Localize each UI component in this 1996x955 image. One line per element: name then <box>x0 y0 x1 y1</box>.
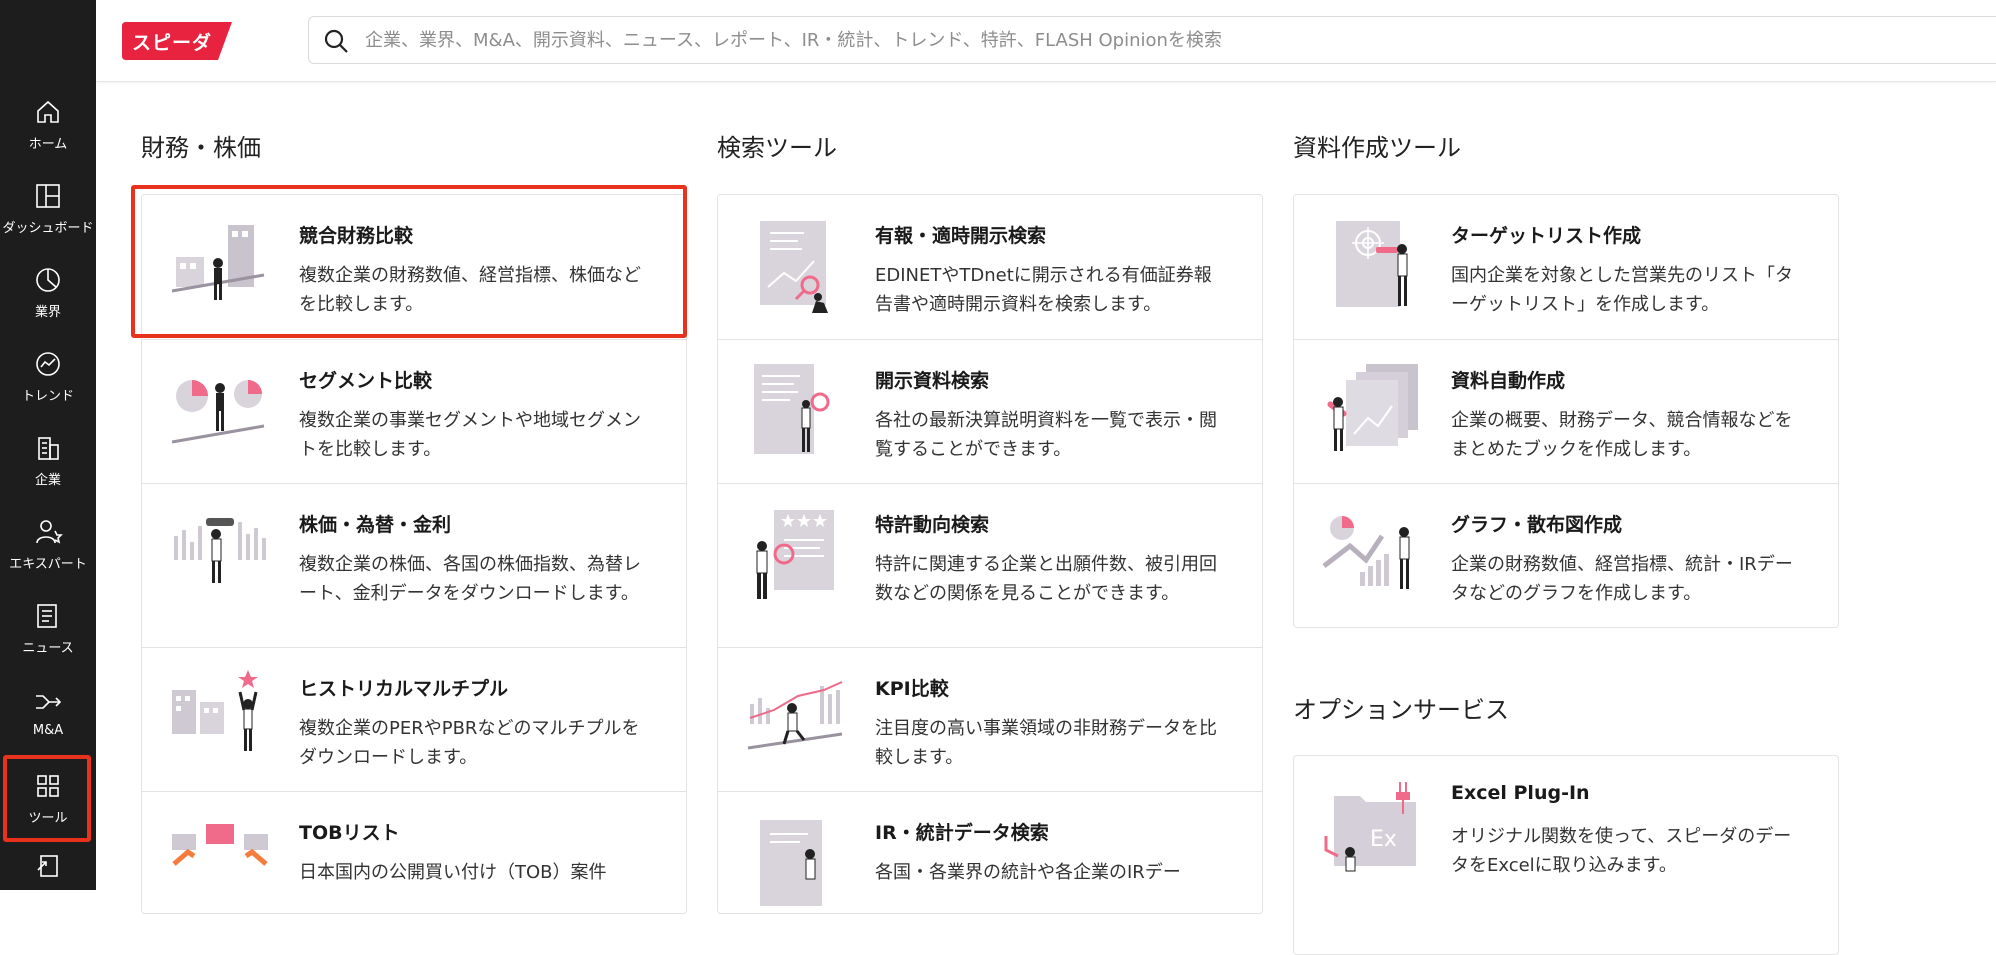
stock-fx-illustration <box>174 518 266 583</box>
section-title-finance: 財務・株価 <box>141 134 261 162</box>
card-title: Excel Plug-In <box>1451 782 1590 804</box>
card-title: IR・統計データ検索 <box>875 822 1049 844</box>
card-title: 株価・為替・金利 <box>299 514 452 536</box>
sidebar-item-label: ホーム <box>28 136 68 152</box>
building-icon <box>38 436 59 460</box>
card-stock-fx-rate[interactable]: 株価・為替・金利 複数企業の株価、各国の株価指数、為替レート、金利データをダウン… <box>142 483 686 647</box>
card-title: 資料自動作成 <box>1451 370 1566 392</box>
sidebar-item-dashboard[interactable]: ダッシュボード <box>0 166 96 250</box>
card-kpi-compare[interactable]: KPI比較 注目度の高い事業領域の非財務データを比較します。 <box>718 647 1262 791</box>
disclosure-search-illustration <box>754 364 830 454</box>
historical-multiple-illustration <box>172 670 258 751</box>
card-title: ヒストリカルマルチプル <box>299 678 509 700</box>
filing-search-illustration <box>760 221 828 313</box>
ir-stats-illustration <box>760 820 822 906</box>
sidebar-item-home[interactable]: ホーム <box>0 82 96 166</box>
card-description: 複数企業の事業セグメントや地域セグメントを比較します。 <box>299 410 641 460</box>
card-graph-scatter[interactable]: グラフ・散布図作成 企業の財務数値、経営指標、統計・IRデータなどのグラフを作成… <box>1294 483 1838 627</box>
card-title: グラフ・散布図作成 <box>1451 514 1623 536</box>
sidebar: ホーム ダッシュボード 業界 トレンド 企業 エキスパート ニュース M&A ツ… <box>0 0 96 890</box>
sidebar-item-label: ニュース <box>22 640 74 656</box>
search-icon <box>324 29 348 53</box>
card-auto-document[interactable]: 資料自動作成 企業の概要、財務データ、競合情報などをまとめたブックを作成します。 <box>1294 339 1838 483</box>
sidebar-item-label: トレンド <box>21 388 74 404</box>
finance-compare-illustration <box>171 225 265 300</box>
excel-badge-text: Ex <box>1370 827 1397 852</box>
industry-pie-icon <box>36 267 60 292</box>
card-patent-search[interactable]: 特許動向検索 特許に関連する企業と出願件数、被引用回数などの関係を見ることができ… <box>718 483 1262 647</box>
sidebar-item-label: M&A <box>32 722 64 738</box>
card-description: オリジナル関数を使って、スピーダのデータをExcelに取り込みます。 <box>1451 826 1792 876</box>
card-description: 複数企業の株価、各国の株価指数、為替レート、金利データをダウンロードします。 <box>299 554 641 604</box>
sidebar-item-label: 企業 <box>34 472 61 488</box>
patent-search-illustration <box>756 510 834 599</box>
card-description: 複数企業の財務数値、経営指標、株価などを比較します。 <box>299 265 641 315</box>
card-excel-plugin[interactable]: Ex Excel Plug-In オリジナル関数を使って、スピーダのデータをEx… <box>1294 756 1838 900</box>
card-title: 特許動向検索 <box>875 514 990 536</box>
card-description: 複数企業のPERやPBRなどのマルチプルをダウンロードします。 <box>299 718 640 768</box>
trend-icon <box>36 351 60 376</box>
expert-icon <box>36 519 63 543</box>
search-box[interactable] <box>308 16 1996 64</box>
kpi-compare-illustration <box>747 681 843 750</box>
card-tob-list[interactable]: TOBリスト 日本国内の公開買い付け（TOB）案件 <box>142 791 686 935</box>
card-description: 特許に関連する企業と出願件数、被引用回数などの関係を見ることができます。 <box>875 554 1217 604</box>
sidebar-item-label: 業界 <box>34 304 61 320</box>
card-description: 日本国内の公開買い付け（TOB）案件 <box>299 862 607 883</box>
card-title: TOBリスト <box>299 822 400 844</box>
news-icon <box>37 603 57 628</box>
card-description: 企業の財務数値、経営指標、統計・IRデータなどのグラフを作成します。 <box>1451 554 1793 604</box>
sidebar-item-news[interactable]: ニュース <box>0 586 96 670</box>
card-ir-stats-search[interactable]: IR・統計データ検索 各国・各業界の統計や各企業のIRデー <box>718 791 1262 935</box>
target-list-illustration <box>1336 221 1408 307</box>
card-description: 注目度の高い事業領域の非財務データを比較します。 <box>875 718 1217 768</box>
card-description: 各国・各業界の統計や各企業のIRデー <box>875 862 1181 883</box>
card-description: 国内企業を対象とした営業先のリスト「ターゲットリスト」を作成します。 <box>1451 265 1793 315</box>
sidebar-item-label: ダッシュボード <box>2 220 94 236</box>
active-nav-highlight <box>3 755 91 842</box>
card-description: EDINETやTDnetに開示される有価証券報告書や適時開示資料を検索します。 <box>875 265 1212 315</box>
card-description: 各社の最新決算説明資料を一覧で表示・閲覧することができます。 <box>875 410 1217 460</box>
card-segment-compare[interactable]: セグメント比較 複数企業の事業セグメントや地域セグメントを比較します。 <box>142 339 686 483</box>
section-title-document-tools: 資料作成ツール <box>1293 134 1461 162</box>
card-title: KPI比較 <box>875 678 949 700</box>
tob-list-illustration <box>172 824 268 866</box>
sidebar-item-ma[interactable]: M&A <box>0 670 96 754</box>
sidebar-item-label: エキスパート <box>9 556 87 572</box>
card-description: 企業の概要、財務データ、競合情報などをまとめたブックを作成します。 <box>1451 410 1793 460</box>
section-title-option-services: オプションサービス <box>1293 696 1509 724</box>
document-tools-card-list: ターゲットリスト作成 国内企業を対象とした営業先のリスト「ターゲットリスト」を作… <box>1293 194 1839 628</box>
section-title-search-tools: 検索ツール <box>717 134 837 162</box>
segment-compare-illustration <box>171 380 265 444</box>
card-title: 開示資料検索 <box>875 370 990 392</box>
card-title: 競合財務比較 <box>299 225 414 247</box>
dashboard-icon <box>36 183 60 208</box>
card-disclosure-search[interactable]: 開示資料検索 各社の最新決算説明資料を一覧で表示・閲覧することができます。 <box>718 339 1262 483</box>
logo-text: スピーダ <box>132 32 213 54</box>
search-input[interactable] <box>365 25 1965 55</box>
home-icon <box>37 100 59 123</box>
sidebar-item-trend[interactable]: トレンド <box>0 334 96 418</box>
card-competitor-financial-compare[interactable]: 競合財務比較 複数企業の財務数値、経営指標、株価などを比較します。 <box>142 195 686 339</box>
card-title: セグメント比較 <box>299 370 433 392</box>
search-tools-card-list: 有報・適時開示検索 EDINETやTDnetに開示される有価証券報告書や適時開示… <box>717 194 1263 914</box>
sidebar-item-company[interactable]: 企業 <box>0 418 96 502</box>
sidebar-item-expert[interactable]: エキスパート <box>0 502 96 586</box>
card-title: ターゲットリスト作成 <box>1451 225 1642 247</box>
card-historical-multiple[interactable]: ヒストリカルマルチプル 複数企業のPERやPBRなどのマルチプルをダウンロードし… <box>142 647 686 791</box>
card-filing-search[interactable]: 有報・適時開示検索 EDINETやTDnetに開示される有価証券報告書や適時開示… <box>718 195 1262 339</box>
sidebar-item-industry[interactable]: 業界 <box>0 250 96 334</box>
graph-scatter-illustration <box>1322 516 1410 589</box>
sidebar-item-more[interactable] <box>0 850 96 890</box>
card-target-list[interactable]: ターゲットリスト作成 国内企業を対象とした営業先のリスト「ターゲットリスト」を作… <box>1294 195 1838 339</box>
export-icon <box>37 855 58 877</box>
header: スピーダ <box>96 0 1996 82</box>
auto-document-illustration <box>1327 364 1418 451</box>
finance-card-list: 競合財務比較 複数企業の財務数値、経営指標、株価などを比較します。 セグメント比… <box>141 194 687 914</box>
option-services-card-list: Ex Excel Plug-In オリジナル関数を使って、スピーダのデータをEx… <box>1293 755 1839 955</box>
card-title: 有報・適時開示検索 <box>875 225 1047 247</box>
excel-plugin-illustration: Ex <box>1324 782 1416 872</box>
merger-icon <box>36 694 62 709</box>
